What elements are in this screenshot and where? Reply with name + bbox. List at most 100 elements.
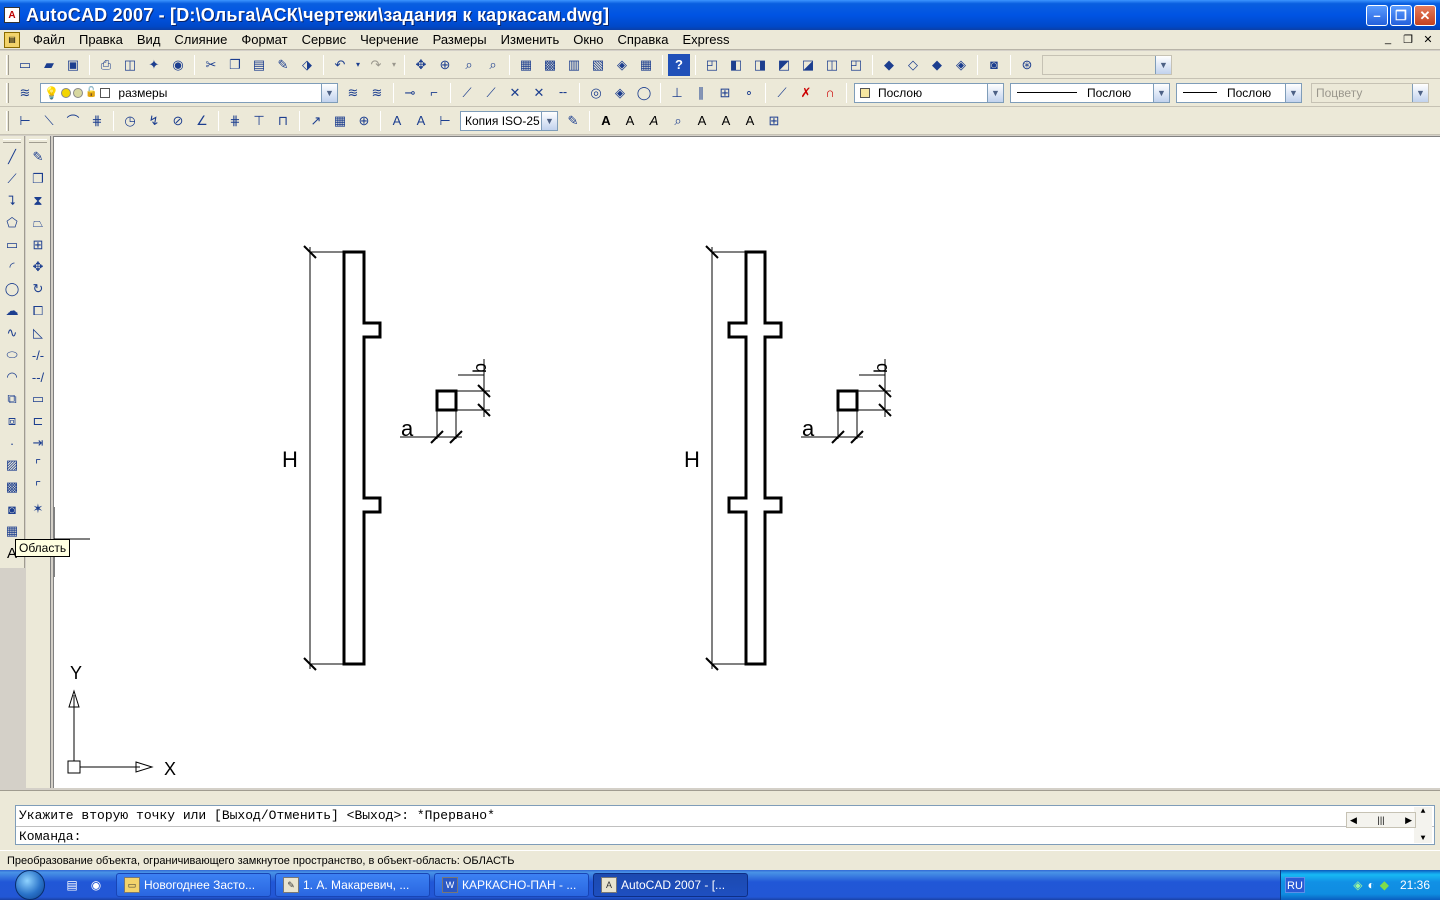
sheet-set-icon[interactable]: ▧ <box>587 54 609 76</box>
line-icon[interactable]: ╱ <box>1 146 23 168</box>
snap-from-icon[interactable]: ⌐ <box>423 82 445 104</box>
explode-icon[interactable]: ✶ <box>27 498 49 520</box>
osnap-settings-icon[interactable]: ∩ <box>819 82 841 104</box>
properties-icon[interactable]: ▦ <box>515 54 537 76</box>
spline-icon[interactable]: ∿ <box>1 322 23 344</box>
menu-view[interactable]: Вид <box>130 30 168 50</box>
taskbar-button-folder[interactable]: ▭ Новогоднее Засто... <box>116 873 271 897</box>
menu-merge[interactable]: Слияние <box>167 30 234 50</box>
region-icon[interactable]: ◙ <box>1 498 23 520</box>
zoom-realtime-icon[interactable]: ⊕ <box>434 54 456 76</box>
fillet-icon[interactable]: ⌜ <box>27 476 49 498</box>
aligned-dim-icon[interactable]: ⟍ <box>38 110 60 132</box>
break-icon[interactable]: ⊏ <box>27 410 49 432</box>
hatch-icon[interactable]: ▨ <box>1 454 23 476</box>
language-indicator[interactable]: RU <box>1285 877 1305 893</box>
left-view-icon[interactable]: ◩ <box>773 54 795 76</box>
snap-endpoint-icon[interactable]: ⊸ <box>399 82 421 104</box>
doc-close-button[interactable]: ✕ <box>1420 31 1436 47</box>
menu-express[interactable]: Express <box>676 30 737 50</box>
scroll-thumb[interactable]: ||| <box>1377 815 1384 825</box>
polygon-icon[interactable]: ⬠ <box>1 212 23 234</box>
snap-nearest-icon[interactable]: ⟋ <box>771 82 793 104</box>
snap-apparent-icon[interactable]: ✕ <box>528 82 550 104</box>
chevron-down-icon[interactable]: ▼ <box>1412 83 1428 102</box>
snap-insert-icon[interactable]: ⊞ <box>714 82 736 104</box>
point-icon[interactable]: · <box>1 432 23 454</box>
text-style-icon[interactable]: A <box>691 110 713 132</box>
undo-dropdown-icon[interactable]: ▾ <box>353 54 363 76</box>
browser-icon[interactable]: ◉ <box>87 876 105 894</box>
scale-icon[interactable]: ⧠ <box>27 300 49 322</box>
single-line-text-icon[interactable]: A <box>619 110 641 132</box>
array-icon[interactable]: ⊞ <box>27 234 49 256</box>
extend-icon[interactable]: --/ <box>27 366 49 388</box>
print-preview-icon[interactable]: ◫ <box>119 54 141 76</box>
taskbar-button-autocad[interactable]: A AutoCAD 2007 - [... <box>593 873 748 897</box>
autocad-app-icon[interactable]: A <box>4 7 20 23</box>
doc-restore-button[interactable]: ❐ <box>1400 31 1416 47</box>
snap-none-icon[interactable]: ✗ <box>795 82 817 104</box>
justify-text-icon[interactable]: A <box>739 110 761 132</box>
dim-update-icon[interactable]: ⊢ <box>434 110 456 132</box>
publish-icon[interactable]: ✦ <box>143 54 165 76</box>
snap-quadrant-icon[interactable]: ◈ <box>609 82 631 104</box>
menu-format[interactable]: Формат <box>234 30 294 50</box>
lineweight-combo[interactable]: Послою ▼ <box>1176 82 1302 103</box>
toolbar-grip[interactable] <box>3 139 21 143</box>
menu-tools[interactable]: Сервис <box>295 30 354 50</box>
toolbar-grip[interactable] <box>29 139 47 143</box>
color-combo[interactable]: Послою ▼ <box>854 82 1004 103</box>
drawing-area[interactable]: H a b H a b Y X <box>53 136 1440 788</box>
toolbar-grip[interactable] <box>6 110 9 131</box>
document-icon[interactable]: ▤ <box>4 31 20 48</box>
sw-iso-icon[interactable]: ◆ <box>878 54 900 76</box>
menu-modify[interactable]: Изменить <box>494 30 567 50</box>
section-square-left[interactable] <box>435 389 458 412</box>
menu-help[interactable]: Справка <box>611 30 676 50</box>
chevron-down-icon[interactable]: ▼ <box>987 83 1003 102</box>
menu-file[interactable]: Файл <box>26 30 72 50</box>
command-input[interactable] <box>89 829 1290 844</box>
dim-style-icon[interactable]: ✎ <box>562 110 584 132</box>
nw-iso-icon[interactable]: ◈ <box>950 54 972 76</box>
make-object-layer-current-icon[interactable]: ≋ <box>342 82 364 104</box>
viewport-icon[interactable]: ⊛ <box>1016 54 1038 76</box>
save-icon[interactable]: ▣ <box>62 54 84 76</box>
pan-icon[interactable]: ✥ <box>410 54 432 76</box>
arc-length-icon[interactable]: ⌒ <box>62 110 84 132</box>
title-bar[interactable]: A AutoCAD 2007 - [D:\Ольга\АСК\чертежи\з… <box>0 0 1440 30</box>
trim-icon[interactable]: -/- <box>27 344 49 366</box>
se-iso-icon[interactable]: ◇ <box>902 54 924 76</box>
new-file-icon[interactable]: ▭ <box>14 54 36 76</box>
taskbar-button-word[interactable]: W КАРКАСНО-ПАН - ... <box>434 873 589 897</box>
toolbar-grip[interactable] <box>6 54 9 75</box>
paste-icon[interactable]: ▤ <box>248 54 270 76</box>
chevron-down-icon[interactable]: ▼ <box>1155 55 1171 74</box>
ne-iso-icon[interactable]: ◆ <box>926 54 948 76</box>
camera-icon[interactable]: ◙ <box>983 54 1005 76</box>
chamfer-icon[interactable]: ⌜ <box>27 454 49 476</box>
minimize-button[interactable]: – <box>1366 5 1388 26</box>
markup-icon[interactable]: ◈ <box>611 54 633 76</box>
copy-object-icon[interactable]: ❐ <box>27 168 49 190</box>
zoom-window-icon[interactable]: ⌕ <box>458 54 480 76</box>
front-view-icon[interactable]: ◫ <box>821 54 843 76</box>
menu-draw[interactable]: Черчение <box>353 30 426 50</box>
construction-line-icon[interactable]: ⟋ <box>1 168 23 190</box>
undo-icon[interactable]: ↶ <box>329 54 351 76</box>
ellipse-icon[interactable]: ⬭ <box>1 344 23 366</box>
chevron-down-icon[interactable]: ▼ <box>321 83 337 102</box>
snap-tangent-icon[interactable]: ◯ <box>633 82 655 104</box>
dim-text-edit-icon[interactable]: A <box>410 110 432 132</box>
bottom-view-icon[interactable]: ◨ <box>749 54 771 76</box>
erase-icon[interactable]: ✎ <box>27 146 49 168</box>
scroll-right-icon[interactable]: ▶ <box>1405 815 1412 826</box>
revision-cloud-icon[interactable]: ☁ <box>1 300 23 322</box>
command-vertical-scrollbar[interactable]: ▲ ▼ <box>1414 807 1432 843</box>
mirror-icon[interactable]: ⧗ <box>27 190 49 212</box>
tolerance-icon[interactable]: ▦ <box>329 110 351 132</box>
rotate-icon[interactable]: ↻ <box>27 278 49 300</box>
make-block-icon[interactable]: ⧈ <box>1 410 23 432</box>
find-text-icon[interactable]: ⌕ <box>667 110 689 132</box>
